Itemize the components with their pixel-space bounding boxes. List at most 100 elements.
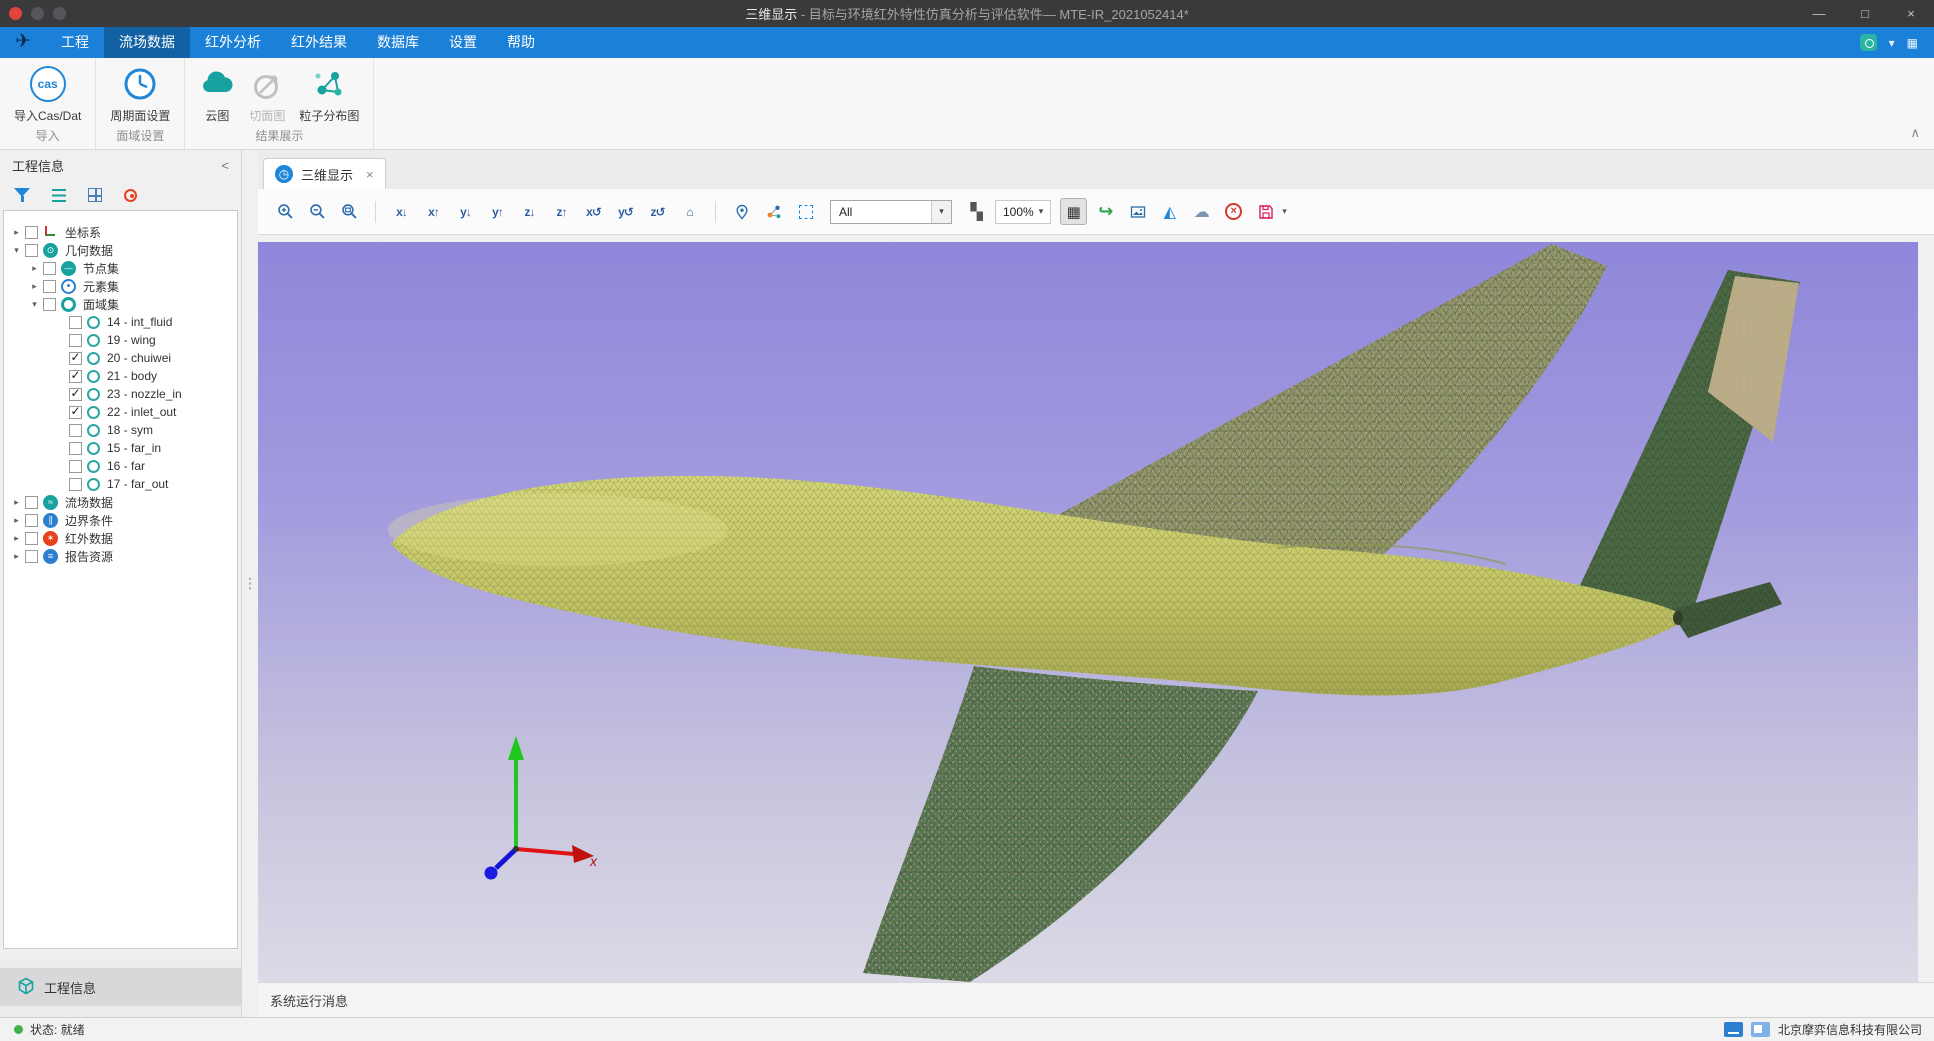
rotate-y-button[interactable]: y↺ (612, 198, 639, 225)
tree-item-surface-inlet-out[interactable]: 22 - inlet_out (4, 403, 237, 421)
zoom-out-button[interactable] (304, 198, 331, 225)
menu-item-engineering[interactable]: 工程 (46, 27, 104, 58)
view-neg-y-button[interactable]: y↑ (484, 198, 511, 225)
grid-toggle-button[interactable]: ▦ (1060, 198, 1087, 225)
expander-icon[interactable]: ▸ (10, 533, 23, 544)
expander-icon[interactable]: ▾ (28, 299, 41, 310)
tree-checkbox[interactable] (69, 352, 82, 365)
tree-item-surface-far[interactable]: 16 - far (4, 457, 237, 475)
tree-item-surface-body[interactable]: 21 - body (4, 367, 237, 385)
tree-item-surface-chuiwei[interactable]: 20 - chuiwei (4, 349, 237, 367)
tree-item-flowfield-data[interactable]: ▸流场数据 (4, 493, 237, 511)
save-caret-icon[interactable]: ▾ (1282, 206, 1287, 217)
particle-distribution-button[interactable]: 粒子分布图 (297, 66, 361, 124)
tree-checkbox[interactable] (43, 262, 56, 275)
grid-view-icon[interactable] (88, 188, 102, 202)
rotate-x-button[interactable]: x↺ (580, 198, 607, 225)
tree-item-surface-wing[interactable]: 19 - wing (4, 331, 237, 349)
tree-item-node-set[interactable]: ▸节点集 (4, 259, 237, 277)
monitor-indicator-icon[interactable] (1724, 1022, 1743, 1037)
tree-checkbox[interactable] (69, 370, 82, 383)
tree-checkbox[interactable] (25, 532, 38, 545)
expander-icon[interactable]: ▾ (10, 245, 23, 256)
menu-item-flowfield-data[interactable]: 流场数据 (104, 27, 190, 58)
tree-checkbox[interactable] (69, 478, 82, 491)
menu-item-database[interactable]: 数据库 (362, 27, 434, 58)
view-pos-y-button[interactable]: y↓ (452, 198, 479, 225)
tree-item-geometry-data[interactable]: ▾几何数据 (4, 241, 237, 259)
tree-item-surface-far-out[interactable]: 17 - far_out (4, 475, 237, 493)
tree-checkbox[interactable] (43, 298, 56, 311)
list-view-icon[interactable] (52, 189, 66, 202)
tree-checkbox[interactable] (25, 244, 38, 257)
tree-checkbox[interactable] (69, 442, 82, 455)
cloud-display-button[interactable]: ☁ (1188, 198, 1215, 225)
tree-checkbox[interactable] (69, 460, 82, 473)
zoom-in-button[interactable] (272, 198, 299, 225)
panel-splitter[interactable]: ⋮ (242, 150, 258, 1017)
rotate-z-button[interactable]: z↺ (644, 198, 671, 225)
menu-item-settings[interactable]: 设置 (434, 27, 492, 58)
tree-checkbox[interactable] (43, 280, 56, 293)
tree-checkbox[interactable] (69, 334, 82, 347)
tree-item-face-set[interactable]: ▾面域集 (4, 295, 237, 313)
tree-checkbox[interactable] (69, 316, 82, 329)
maximize-button[interactable]: □ (1842, 0, 1888, 27)
contour-cloud-button[interactable]: 云图 (197, 66, 237, 124)
tree-item-element-set[interactable]: ▸元素集 (4, 277, 237, 295)
expander-icon[interactable]: ▸ (10, 515, 23, 526)
tree-checkbox[interactable] (25, 226, 38, 239)
display-filter-select[interactable]: All ▾ (830, 200, 952, 224)
close-button[interactable]: × (1888, 0, 1934, 27)
clear-results-button[interactable]: × (1220, 198, 1247, 225)
expander-icon[interactable]: ▸ (10, 497, 23, 508)
menu-item-infrared-results[interactable]: 红外结果 (276, 27, 362, 58)
menu-item-help[interactable]: 帮助 (492, 27, 550, 58)
menu-item-infrared-analysis[interactable]: 红外分析 (190, 27, 276, 58)
locate-origin-icon[interactable] (124, 189, 137, 202)
expander-icon[interactable]: ▸ (28, 263, 41, 274)
tree-item-coordinate-system[interactable]: ▸坐标系 (4, 223, 237, 241)
zoom-fit-button[interactable] (336, 198, 363, 225)
tree-item-infrared-data[interactable]: ▸红外数据 (4, 529, 237, 547)
section-plane-button[interactable]: 切面图 (247, 66, 287, 124)
view-pos-x-button[interactable]: x↓ (388, 198, 415, 225)
export-arrow-button[interactable]: ↪ (1092, 198, 1119, 225)
reset-view-button[interactable]: ⌂ (676, 198, 703, 225)
box-select-button[interactable] (792, 198, 819, 225)
view-pos-z-button[interactable]: z↓ (516, 198, 543, 225)
snapshot-button[interactable] (1124, 198, 1151, 225)
titlebar-gray-circle-icon-2[interactable] (53, 7, 66, 20)
quick-access-icon[interactable] (1860, 34, 1877, 51)
tree-checkbox[interactable] (69, 424, 82, 437)
tree-item-boundary-conditions[interactable]: ▸边界条件 (4, 511, 237, 529)
tree-item-surface-nozzle-in[interactable]: 23 - nozzle_in (4, 385, 237, 403)
opacity-dropdown[interactable]: 100% ▾ (995, 200, 1051, 224)
tree-item-surface-sym[interactable]: 18 - sym (4, 421, 237, 439)
tab-close-icon[interactable]: × (366, 167, 374, 182)
tree-item-report-resources[interactable]: ▸报告资源 (4, 547, 237, 565)
tree-item-surface-int-fluid[interactable]: 14 - int_fluid (4, 313, 237, 331)
filter-funnel-icon[interactable] (14, 187, 30, 203)
import-cas-dat-button[interactable]: cas 导入Cas/Dat (12, 66, 83, 124)
tree-checkbox[interactable] (25, 496, 38, 509)
particle-trace-button[interactable] (760, 198, 787, 225)
locate-pin-button[interactable] (728, 198, 755, 225)
view-neg-z-button[interactable]: z↑ (548, 198, 575, 225)
minimize-button[interactable]: — (1796, 0, 1842, 27)
expander-icon[interactable]: ▸ (28, 281, 41, 292)
tree-item-surface-far-in[interactable]: 15 - far_in (4, 439, 237, 457)
menu-caret-icon[interactable]: ▾ (1889, 36, 1895, 50)
tree-checkbox[interactable] (69, 406, 82, 419)
panel-collapse-button[interactable]: < (221, 158, 229, 173)
dropdown-arrow-icon[interactable]: ▾ (931, 201, 951, 223)
periodic-face-settings-button[interactable]: 周期面设置 (108, 66, 172, 124)
tab-3d-display[interactable]: ◷ 三维显示 × (263, 158, 386, 189)
tree-checkbox[interactable] (69, 388, 82, 401)
layout-grid-icon[interactable]: ▦ (1907, 36, 1918, 50)
titlebar-red-circle-icon[interactable] (9, 7, 22, 20)
viewport-3d[interactable]: x (258, 242, 1918, 982)
tree-checkbox[interactable] (25, 550, 38, 563)
transparency-checker-icon[interactable]: ▚ (963, 198, 990, 225)
project-info-footer-tab[interactable]: 工程信息 (0, 968, 241, 1006)
